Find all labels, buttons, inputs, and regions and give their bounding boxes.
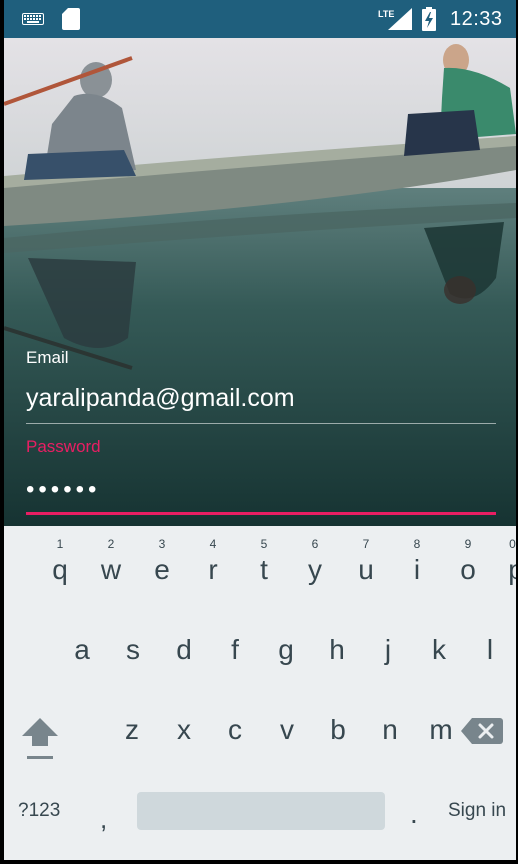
key-m[interactable]: m <box>390 690 452 770</box>
key-s[interactable]: s <box>82 610 140 690</box>
email-underline <box>26 423 496 424</box>
key-e[interactable]: 3e <box>111 526 170 596</box>
shift-key[interactable] <box>18 712 62 762</box>
key-hint: 0 <box>509 537 516 551</box>
key-c[interactable]: c <box>184 690 242 770</box>
lte-signal-icon: LTE <box>378 8 412 30</box>
keyboard-icon <box>22 13 44 25</box>
network-type-label: LTE <box>378 9 394 19</box>
key-l[interactable]: l <box>439 610 493 690</box>
space-bar[interactable] <box>137 792 385 830</box>
key-f[interactable]: f <box>184 610 239 690</box>
key-g[interactable]: g <box>235 610 294 690</box>
key-i[interactable]: 8i <box>366 526 421 596</box>
backspace-key[interactable] <box>460 714 504 748</box>
password-underline <box>26 512 496 515</box>
key-o[interactable]: 9o <box>417 526 476 596</box>
email-input[interactable]: yaralipanda@gmail.com <box>26 384 295 413</box>
key-label: m <box>429 714 453 745</box>
key-n[interactable]: n <box>339 690 398 770</box>
sd-card-icon <box>62 8 80 30</box>
period-key[interactable]: . <box>410 798 418 830</box>
key-t[interactable]: 5t <box>213 526 268 596</box>
comma-key[interactable]: , <box>100 804 107 835</box>
key-h[interactable]: h <box>286 610 345 690</box>
key-x[interactable]: x <box>133 690 191 770</box>
soft-keyboard: 1q 2w 3e 4r 5t 6y 7u 8i 9o 0p a s d f g … <box>4 526 516 860</box>
key-y[interactable]: 6y <box>264 526 322 596</box>
key-b[interactable]: b <box>287 690 346 770</box>
battery-charging-icon <box>422 7 436 31</box>
key-j[interactable]: j <box>337 610 391 690</box>
login-form: Email yaralipanda@gmail.com Password •••… <box>4 340 516 526</box>
key-r[interactable]: 4r <box>162 526 217 596</box>
key-q[interactable]: 1q <box>9 526 68 596</box>
password-input[interactable]: •••••• <box>26 476 100 504</box>
key-label: p <box>508 554 516 585</box>
symbols-key[interactable]: ?123 <box>18 800 60 822</box>
key-label: l <box>486 634 494 665</box>
key-v[interactable]: v <box>236 690 294 770</box>
email-label: Email <box>26 348 69 367</box>
status-bar: LTE 12:33 <box>4 0 516 38</box>
key-z[interactable]: z <box>81 690 139 770</box>
sign-in-key[interactable]: Sign in <box>448 800 506 822</box>
app-screen: LTE 12:33 Email yaralipanda@gmail.com Pa… <box>4 0 516 860</box>
key-u[interactable]: 7u <box>315 526 374 596</box>
key-w[interactable]: 2w <box>60 526 121 596</box>
key-a[interactable]: a <box>31 610 90 690</box>
clock: 12:33 <box>450 8 503 30</box>
shift-arrow-icon <box>22 718 58 759</box>
password-label: Password <box>26 437 101 456</box>
key-d[interactable]: d <box>133 610 192 690</box>
backspace-icon <box>461 718 503 744</box>
key-k[interactable]: k <box>388 610 446 690</box>
key-p[interactable]: 0p <box>465 526 516 596</box>
